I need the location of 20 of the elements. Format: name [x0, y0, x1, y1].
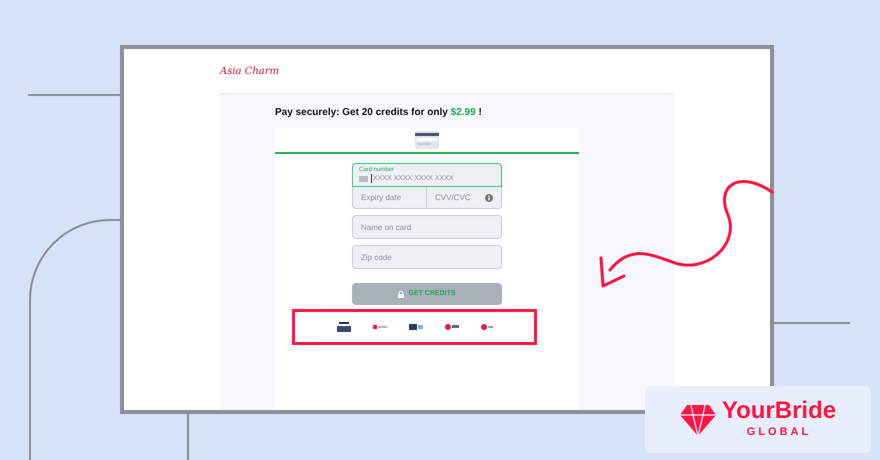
diamond-icon — [680, 404, 716, 436]
lock-icon — [398, 290, 404, 298]
payment-logo-icon — [444, 324, 458, 330]
zip-code-field[interactable]: Zip code — [352, 245, 502, 269]
info-icon[interactable] — [485, 194, 493, 202]
cvv-input[interactable]: CVV/CVC — [435, 192, 485, 204]
card-icon — [359, 176, 368, 182]
payment-logo-icon — [480, 324, 492, 330]
cvv-field[interactable]: CVV/CVC — [427, 187, 502, 209]
payment-logo-icon — [336, 322, 350, 332]
name-on-card-field[interactable]: Name on card — [352, 215, 502, 239]
payment-title: Pay securely: Get 20 credits for only $2.99 ! — [275, 106, 483, 120]
expiry-date-field[interactable]: Expiry date — [352, 187, 427, 209]
payment-logo-icon — [372, 325, 386, 329]
brand-name: YourBride — [722, 398, 836, 424]
payment-logo-icon — [408, 324, 422, 330]
brand-tagline: GLOBAL — [746, 425, 812, 440]
site-logo[interactable]: Asia Charm — [220, 64, 280, 78]
card-tab[interactable] — [275, 128, 579, 154]
credit-card-icon — [415, 131, 439, 149]
